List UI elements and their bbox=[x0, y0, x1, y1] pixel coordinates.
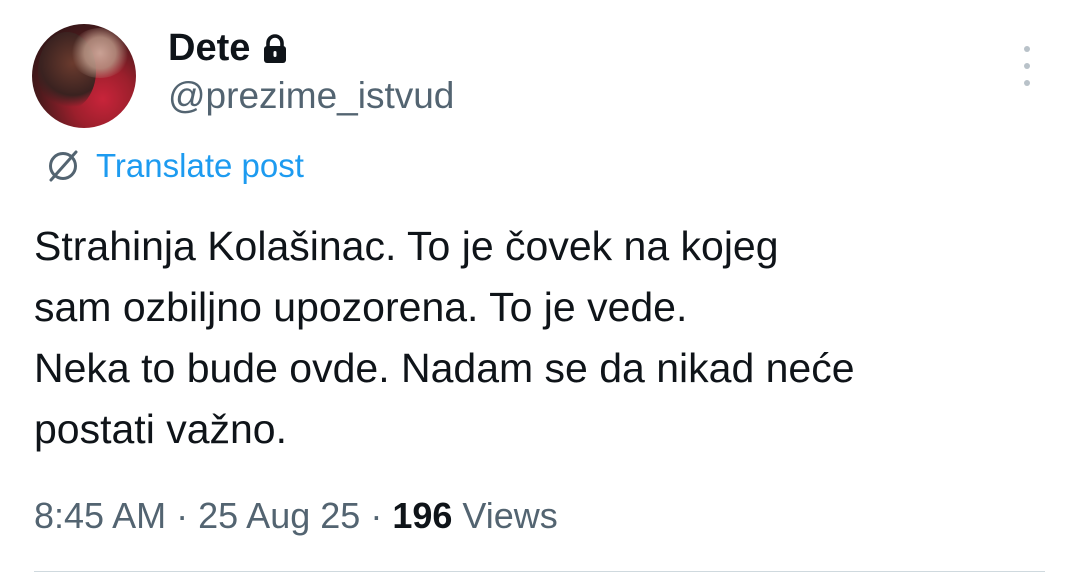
more-dot bbox=[1024, 46, 1030, 52]
avatar-face bbox=[70, 28, 130, 78]
post-text: Strahinja Kolašinac. To je čovek na koje… bbox=[34, 216, 1064, 460]
views-label: Views bbox=[462, 495, 558, 536]
more-dot bbox=[1024, 80, 1030, 86]
meta-separator: · bbox=[176, 495, 189, 536]
author-handle[interactable]: @prezime_istvud bbox=[168, 74, 454, 118]
post-meta: 8:45 AM · 25 Aug 25 · 196 Views bbox=[34, 494, 558, 538]
post-time[interactable]: 8:45 AM bbox=[34, 495, 166, 536]
divider bbox=[34, 571, 1045, 572]
translate-globe-icon bbox=[49, 150, 78, 182]
post-text-line: Strahinja Kolašinac. To je čovek na koje… bbox=[34, 223, 779, 269]
views-count: 196 bbox=[392, 495, 453, 536]
translate-post-button[interactable]: Translate post bbox=[44, 146, 304, 186]
translate-post-label[interactable]: Translate post bbox=[96, 146, 304, 186]
post-date[interactable]: 25 Aug 25 bbox=[198, 495, 360, 536]
more-vertical-icon[interactable] bbox=[1010, 46, 1044, 86]
post-text-line: sam ozbiljno upozorena. To je vede. bbox=[34, 284, 688, 330]
display-name-text[interactable]: Dete bbox=[168, 26, 250, 70]
avatar[interactable] bbox=[32, 24, 136, 128]
more-dot bbox=[1024, 63, 1030, 69]
lock-icon bbox=[264, 34, 287, 63]
author-display-name[interactable]: Dete bbox=[168, 26, 288, 70]
post-text-line: Neka to bude ovde. Nadam se da nikad neć… bbox=[34, 345, 855, 391]
post-text-line: postati važno. bbox=[34, 406, 287, 452]
meta-separator: · bbox=[370, 495, 383, 536]
